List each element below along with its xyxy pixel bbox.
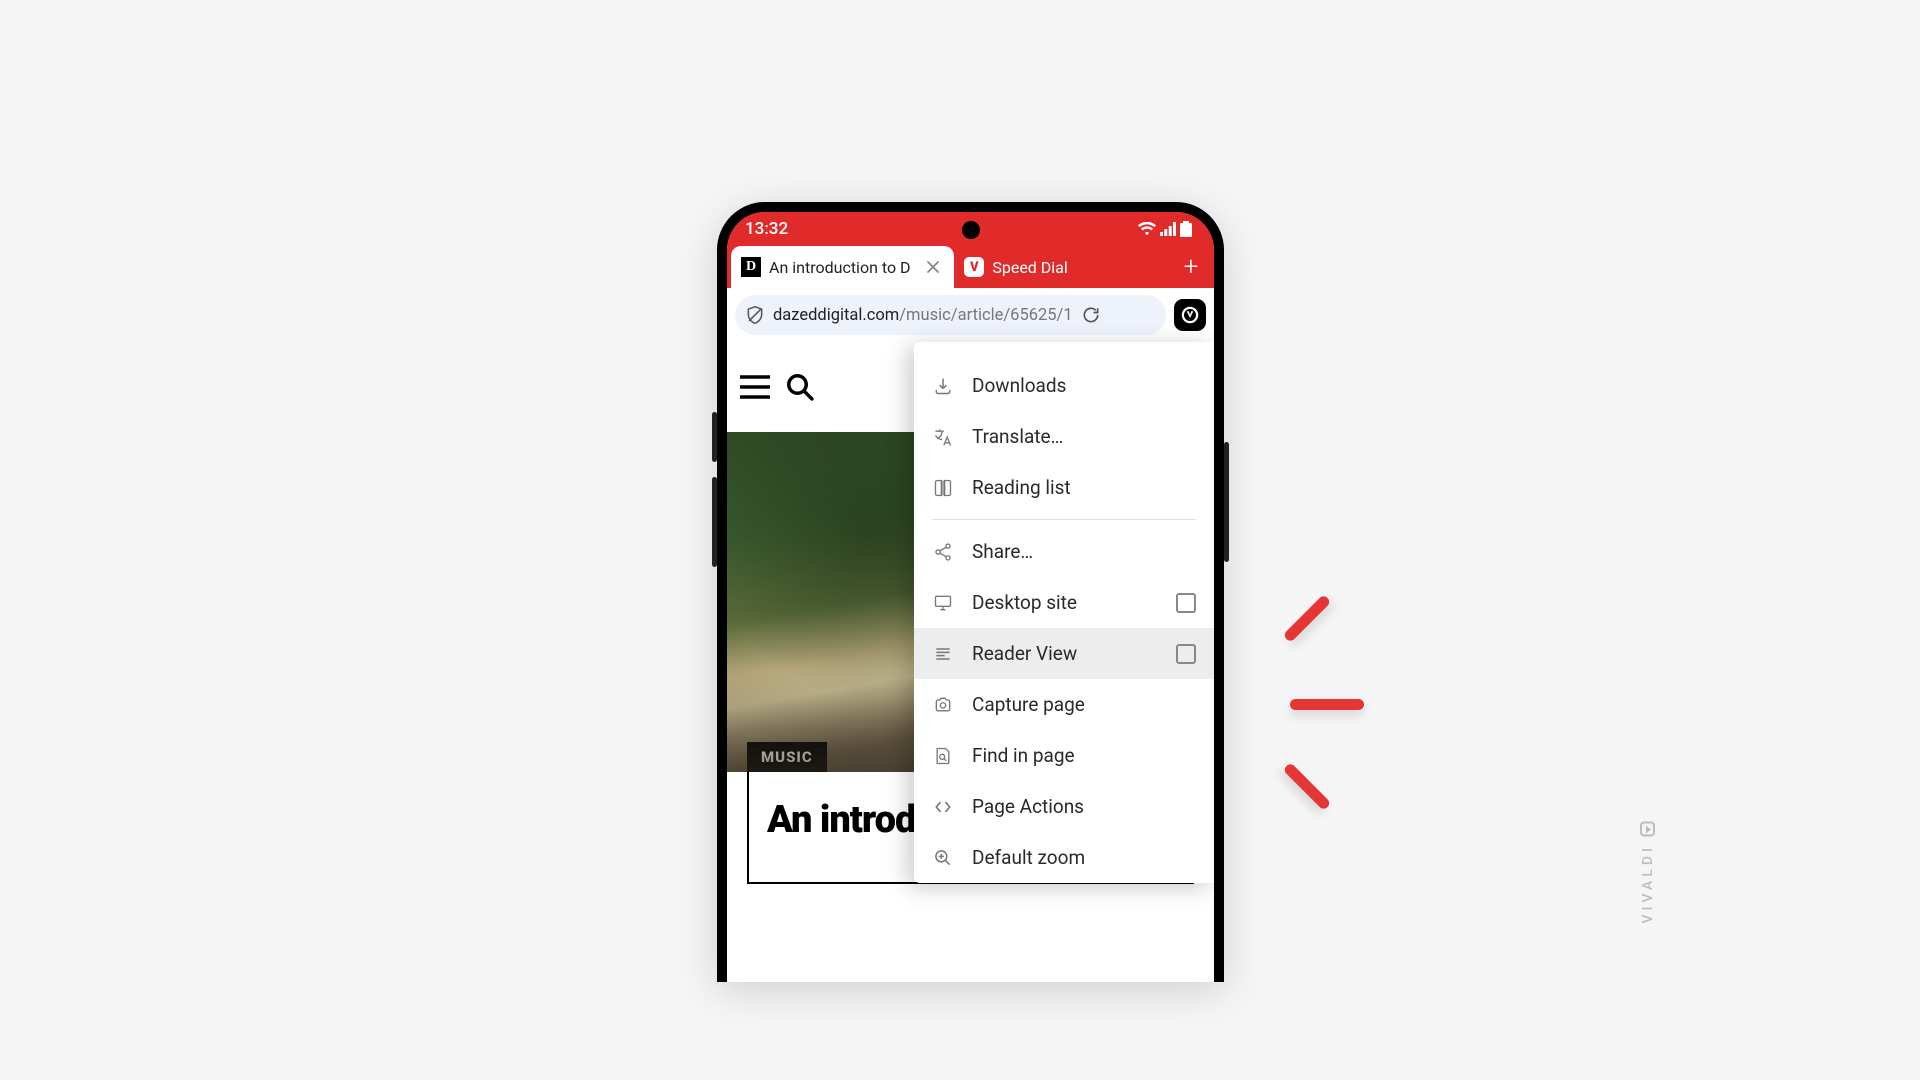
phone-screen: 13:32 D An introduction to D	[727, 212, 1214, 982]
status-icons	[1138, 221, 1192, 237]
menu-label: Reader View	[972, 642, 1077, 665]
tab-active[interactable]: D An introduction to D	[731, 246, 954, 288]
menu-label: Capture page	[972, 693, 1085, 716]
translate-icon	[932, 426, 954, 448]
find-icon	[932, 745, 954, 767]
phone-frame: 13:32 D An introduction to D	[717, 202, 1224, 982]
vivaldi-logo-icon	[1641, 821, 1656, 836]
address-bar-row: dazeddigital.com/music/article/65625/1	[727, 288, 1214, 342]
vivaldi-favicon: V	[964, 257, 984, 277]
category-tag: MUSIC	[747, 742, 827, 772]
menu-reading-list[interactable]: Reading list	[914, 462, 1214, 513]
vivaldi-menu-button[interactable]	[1174, 299, 1206, 331]
menu-label: Page Actions	[972, 795, 1084, 818]
url-host: dazeddigital.com	[773, 306, 899, 325]
reader-view-icon	[932, 643, 954, 665]
dazed-favicon: D	[741, 257, 761, 277]
hamburger-icon[interactable]	[739, 374, 771, 400]
desktop-site-checkbox[interactable]	[1176, 593, 1196, 613]
battery-icon	[1180, 221, 1192, 237]
camera-icon	[932, 694, 954, 716]
menu-desktop-site[interactable]: Desktop site	[914, 577, 1214, 628]
url-path: /music/article/65625/1	[899, 306, 1072, 325]
menu-label: Find in page	[972, 744, 1075, 767]
menu-label: Downloads	[972, 374, 1066, 397]
tracker-shield-icon[interactable]	[745, 305, 765, 325]
volume-up-button	[712, 412, 717, 462]
signal-icon	[1160, 222, 1176, 236]
menu-share[interactable]: Share…	[914, 526, 1214, 577]
menu-label: Translate…	[972, 425, 1063, 448]
reading-list-icon	[932, 477, 954, 499]
tab-inactive-title: Speed Dial	[992, 258, 1158, 277]
menu-capture-page[interactable]: Capture page	[914, 679, 1214, 730]
menu-downloads[interactable]: Downloads	[914, 360, 1214, 411]
reader-view-checkbox[interactable]	[1176, 644, 1196, 664]
menu-page-actions[interactable]: Page Actions	[914, 781, 1214, 832]
url-text: dazeddigital.com/music/article/65625/1	[773, 306, 1073, 325]
share-icon	[932, 541, 954, 563]
page-actions-icon	[932, 796, 954, 818]
tab-speed-dial[interactable]: V Speed Dial	[954, 246, 1168, 288]
close-tab-icon[interactable]	[926, 260, 944, 274]
menu-label: Default zoom	[972, 846, 1085, 869]
download-icon	[932, 375, 954, 397]
menu-label: Desktop site	[972, 591, 1077, 614]
camera-cutout	[962, 221, 980, 239]
search-icon[interactable]	[785, 372, 815, 402]
status-time: 13:32	[745, 219, 788, 239]
menu-find-in-page[interactable]: Find in page	[914, 730, 1214, 781]
tab-strip: D An introduction to D V Speed Dial +	[727, 246, 1214, 288]
overflow-menu: Downloads Translate… Reading list Share…	[914, 342, 1214, 883]
desktop-icon	[932, 592, 954, 614]
menu-divider	[932, 519, 1196, 520]
zoom-icon	[932, 847, 954, 869]
new-tab-button[interactable]: +	[1168, 246, 1214, 288]
wifi-icon	[1138, 222, 1156, 236]
menu-translate[interactable]: Translate…	[914, 411, 1214, 462]
volume-down-button	[712, 477, 717, 567]
status-bar: 13:32	[727, 212, 1214, 246]
menu-label: Reading list	[972, 476, 1071, 499]
menu-label: Share…	[972, 540, 1033, 563]
web-page-content: MUSIC An introd Downloads Translate…	[727, 342, 1214, 982]
power-button	[1224, 442, 1229, 562]
tab-active-title: An introduction to D	[769, 258, 918, 277]
menu-default-zoom[interactable]: Default zoom	[914, 832, 1214, 883]
address-bar[interactable]: dazeddigital.com/music/article/65625/1	[735, 295, 1166, 335]
vivaldi-watermark: VIVALDI	[1640, 821, 1656, 923]
menu-reader-view[interactable]: Reader View	[914, 628, 1214, 679]
watermark-text: VIVALDI	[1640, 844, 1656, 923]
reload-icon[interactable]	[1081, 305, 1101, 325]
promo-canvas: VIVALDI 13:32 D An introductio	[240, 127, 1680, 953]
